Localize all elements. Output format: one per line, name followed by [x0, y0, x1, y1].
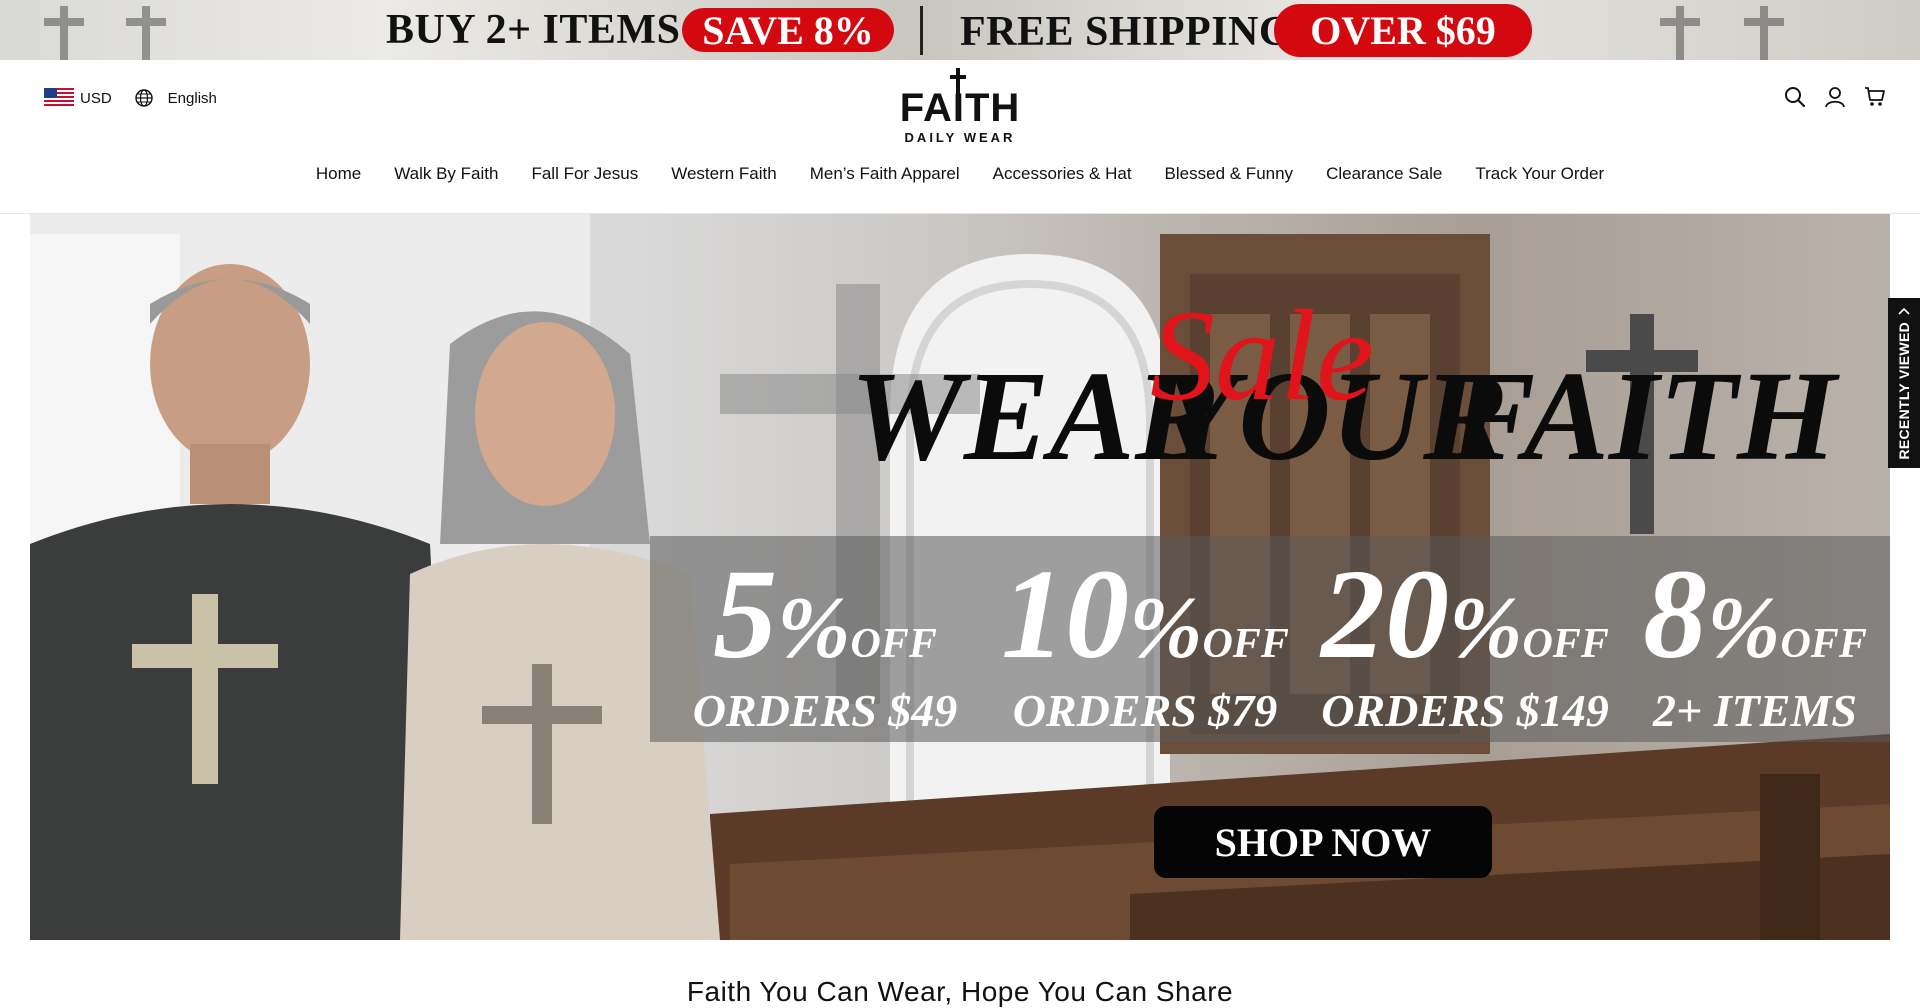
- search-icon[interactable]: [1784, 86, 1806, 108]
- offer-condition: ORDERS $79: [1012, 685, 1278, 736]
- globe-icon: [134, 89, 153, 107]
- header-actions: [1784, 86, 1886, 108]
- offer-suffix: OFF: [1780, 621, 1867, 667]
- promo-save-badge: SAVE 8%: [682, 8, 894, 53]
- offer-value: 20: [1321, 543, 1450, 685]
- cross-decoration-icon: [1744, 6, 1784, 60]
- chevron-up-icon: [1898, 307, 1910, 315]
- offer-tier-1: 5%OFF ORDERS $49: [680, 543, 970, 737]
- offer-percent: %: [777, 580, 851, 677]
- cross-decoration-icon: [44, 6, 84, 60]
- shop-now-button[interactable]: SHOP NOW: [1154, 806, 1492, 878]
- offer-tier-2: 10%OFF ORDERS $79: [990, 543, 1300, 737]
- nav-item-western-faith[interactable]: Western Faith: [671, 164, 777, 184]
- headline-sale-overlay: Sale: [1150, 284, 1374, 428]
- account-icon[interactable]: [1824, 86, 1846, 108]
- offer-value: 5: [713, 543, 778, 685]
- nav-item-clearance-sale[interactable]: Clearance Sale: [1326, 164, 1442, 184]
- locale-selector: USD English: [44, 88, 217, 108]
- nav-item-home[interactable]: Home: [316, 164, 361, 184]
- promo-bulk-text: BUY 2+ ITEMS: [386, 7, 681, 53]
- promo-announcement-bar[interactable]: BUY 2+ ITEMS SAVE 8% FREE SHIPPING OVER …: [0, 0, 1920, 60]
- cross-decoration-icon: [1660, 6, 1700, 60]
- site-header: USD English FAITH DAILY WEAR Home Walk B…: [0, 60, 1920, 214]
- offer-percent: %: [1707, 580, 1781, 677]
- hero-headline: WEAR YOUR FAITH Sale: [850, 284, 1840, 487]
- offer-value: 8: [1643, 543, 1708, 685]
- headline-word-faith: FAITH: [1449, 345, 1840, 487]
- offer-tier-4: 8%OFF 2+ ITEMS: [1630, 543, 1880, 737]
- promo-shipping-badge: OVER $69: [1274, 4, 1532, 57]
- nav-item-track-order[interactable]: Track Your Order: [1475, 164, 1604, 184]
- offer-condition: ORDERS $149: [1321, 685, 1609, 736]
- us-flag-icon: [44, 88, 74, 108]
- offer-value: 10: [1001, 543, 1130, 685]
- nav-item-accessories-hat[interactable]: Accessories & Hat: [993, 164, 1132, 184]
- recently-viewed-tab[interactable]: RECENTLY VIEWED: [1888, 298, 1920, 468]
- nav-item-mens-faith-apparel[interactable]: Men’s Faith Apparel: [810, 164, 960, 184]
- offer-percent: %: [1449, 580, 1523, 677]
- logo-cross-icon: [950, 68, 966, 100]
- cart-icon[interactable]: [1864, 86, 1886, 108]
- cross-decoration-icon: [126, 6, 166, 60]
- site-logo[interactable]: FAITH DAILY WEAR: [898, 68, 1022, 145]
- nav-item-blessed-funny[interactable]: Blessed & Funny: [1165, 164, 1294, 184]
- logo-subtitle: DAILY WEAR: [904, 130, 1016, 145]
- offer-percent: %: [1129, 580, 1203, 677]
- currency-selector[interactable]: USD: [44, 88, 112, 108]
- language-label: English: [167, 89, 217, 107]
- main-navigation: Home Walk By Faith Fall For Jesus Wester…: [0, 164, 1920, 184]
- offer-tier-3: 20%OFF ORDERS $149: [1310, 543, 1620, 737]
- offer-condition: ORDERS $49: [692, 685, 958, 736]
- hero-banner[interactable]: WEAR YOUR FAITH Sale 5%OFF ORDERS $49 10…: [30, 214, 1890, 940]
- offer-suffix: OFF: [1522, 621, 1609, 667]
- promo-shipping-text: FREE SHIPPING: [960, 9, 1293, 55]
- nav-item-fall-for-jesus[interactable]: Fall For Jesus: [531, 164, 638, 184]
- offer-condition: 2+ ITEMS: [1653, 685, 1857, 736]
- currency-label: USD: [80, 89, 112, 107]
- language-selector[interactable]: English: [134, 88, 217, 108]
- offer-suffix: OFF: [850, 621, 937, 667]
- section-tagline: Faith You Can Wear, Hope You Can Share: [686, 976, 1234, 1007]
- nav-item-walk-by-faith[interactable]: Walk By Faith: [394, 164, 498, 184]
- promo-divider: [920, 6, 923, 55]
- recently-viewed-label: RECENTLY VIEWED: [1896, 322, 1912, 460]
- offer-suffix: OFF: [1202, 621, 1289, 667]
